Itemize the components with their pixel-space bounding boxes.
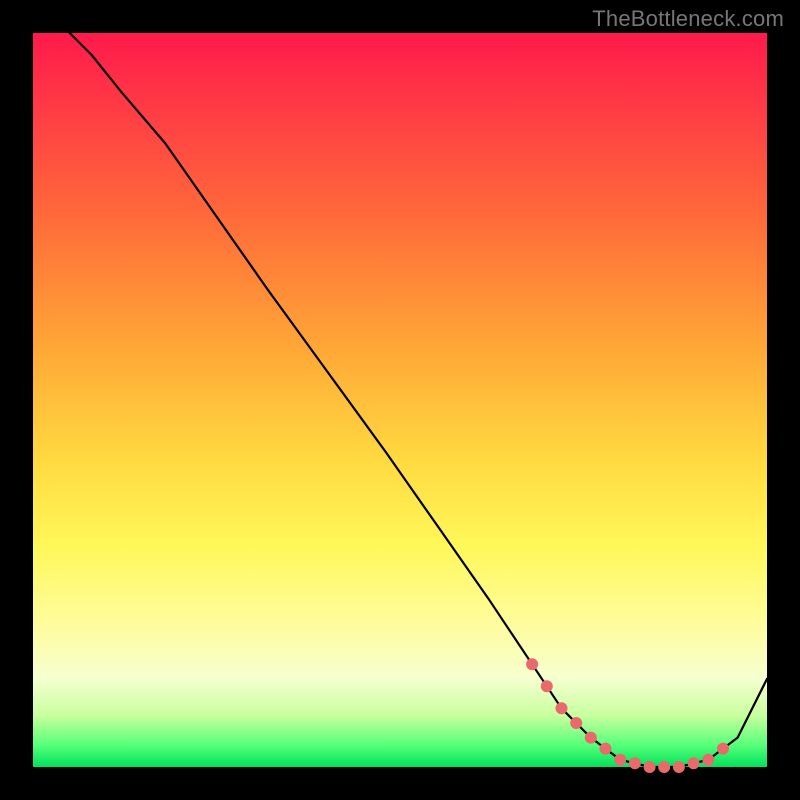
curve-marker	[541, 680, 553, 692]
bottleneck-curve	[70, 33, 767, 767]
curve-markers	[526, 658, 729, 773]
curve-marker	[614, 754, 626, 766]
curve-layer	[33, 33, 767, 767]
curve-marker	[526, 658, 538, 670]
curve-marker	[600, 743, 612, 755]
curve-marker	[673, 761, 685, 773]
curve-marker	[717, 743, 729, 755]
chart-frame: TheBottleneck.com	[0, 0, 800, 800]
watermark-text: TheBottleneck.com	[592, 6, 784, 32]
curve-marker	[658, 761, 670, 773]
curve-marker	[688, 757, 700, 769]
curve-marker	[644, 761, 656, 773]
curve-marker	[556, 702, 568, 714]
curve-marker	[629, 757, 641, 769]
plot-area	[33, 33, 767, 767]
curve-marker	[702, 754, 714, 766]
curve-marker	[585, 732, 597, 744]
curve-marker	[570, 717, 582, 729]
